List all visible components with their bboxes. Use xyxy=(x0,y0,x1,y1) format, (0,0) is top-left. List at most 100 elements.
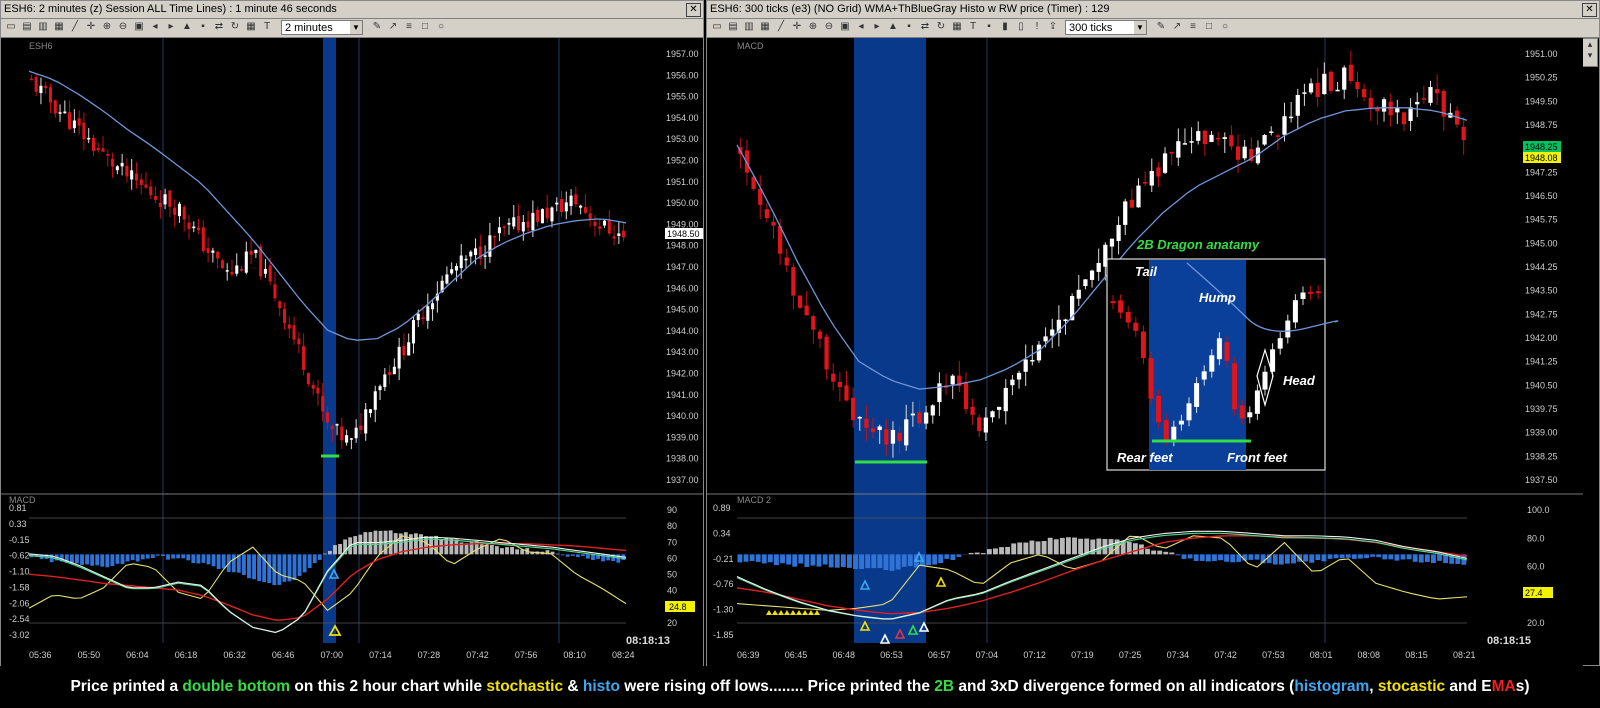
histogram-bar xyxy=(277,554,282,585)
fib-icon[interactable]: ≡ xyxy=(1187,21,1199,33)
histogram-bar xyxy=(767,554,773,563)
scroll-left-icon[interactable]: ◂ xyxy=(149,21,161,33)
candle-body xyxy=(521,221,525,232)
link-icon[interactable]: ⇄ xyxy=(919,21,931,33)
properties-icon[interactable]: ▣ xyxy=(133,21,145,33)
indicator-icon[interactable]: ▤ xyxy=(727,21,739,33)
candle-body xyxy=(1401,112,1407,125)
inset-candle-body xyxy=(1186,403,1192,421)
templates-icon[interactable]: ▦ xyxy=(53,21,65,33)
scroll-right-icon[interactable]: ▸ xyxy=(165,21,177,33)
new-chart-icon[interactable]: ▭ xyxy=(5,21,17,33)
crosshair-icon[interactable]: ✛ xyxy=(791,21,803,33)
data-series-icon[interactable]: ▮ xyxy=(999,21,1011,33)
properties-icon[interactable]: ▣ xyxy=(839,21,851,33)
caption-double-bottom: double bottom xyxy=(182,678,291,695)
link-icon[interactable]: ⇄ xyxy=(213,21,225,33)
candle-body xyxy=(924,412,929,424)
histogram-bar xyxy=(1370,554,1376,557)
histogram-bar xyxy=(328,550,332,555)
refresh-icon[interactable]: ↻ xyxy=(229,21,241,33)
data-box-icon[interactable]: ▪ xyxy=(197,21,209,33)
candle-body xyxy=(1149,170,1154,186)
zoom-out-icon[interactable]: ⊖ xyxy=(823,21,835,33)
close-icon[interactable]: ✕ xyxy=(686,3,701,17)
histogram-bar xyxy=(510,546,514,555)
candle-body xyxy=(1162,153,1168,173)
candle-body xyxy=(68,112,72,130)
histogram-bar xyxy=(810,554,816,566)
candle-body xyxy=(545,207,549,219)
candle-body xyxy=(177,203,181,217)
right-chart-area[interactable]: MACD MACD 2 08:18:15 1951.00 1950.25 1949.… xyxy=(707,38,1583,666)
ellipse-icon[interactable]: ○ xyxy=(435,21,447,33)
arrow-tool-icon[interactable]: ↗ xyxy=(1171,21,1183,33)
candle-body xyxy=(416,313,420,321)
candle-body xyxy=(197,227,201,230)
stoch-tag: 27.4 xyxy=(1525,588,1543,598)
highlight-band xyxy=(854,38,926,643)
scroll-left-icon[interactable]: ◂ xyxy=(855,21,867,33)
grid-icon[interactable]: ▦ xyxy=(245,21,257,33)
candle-body xyxy=(29,78,33,81)
histogram-bar xyxy=(1437,554,1442,561)
price-tick-label: 1942.00 xyxy=(666,369,699,379)
new-chart-icon[interactable]: ▭ xyxy=(711,21,723,33)
caption-text: were rising off lows........ Price print… xyxy=(619,678,935,695)
histogram-bar xyxy=(120,554,125,565)
histogram-bar xyxy=(257,554,262,582)
crosshair-icon[interactable]: ✛ xyxy=(85,21,97,33)
candle-body xyxy=(154,196,158,200)
fib-icon[interactable]: ≡ xyxy=(403,21,415,33)
timeframe-dropdown[interactable]: 300 ticks ▼ xyxy=(1065,20,1147,35)
zoom-out-icon[interactable]: ⊖ xyxy=(117,21,129,33)
text-icon[interactable]: T xyxy=(261,21,273,33)
candle-body xyxy=(579,205,583,208)
vertical-scrollbar[interactable]: ▴ ▾ xyxy=(1582,38,1598,67)
draw-line-icon[interactable]: ╱ xyxy=(775,21,787,33)
draw-tools-icon[interactable]: ✎ xyxy=(371,21,383,33)
chart-trader-icon[interactable]: ▲ xyxy=(181,21,193,33)
histogram-bar xyxy=(1005,546,1011,555)
text-icon[interactable]: T xyxy=(967,21,979,33)
close-icon[interactable]: ✕ xyxy=(1582,3,1597,17)
zoom-in-icon[interactable]: ⊕ xyxy=(101,21,113,33)
macd-tick-label: -1.10 xyxy=(9,567,30,577)
templates-icon[interactable]: ▦ xyxy=(759,21,771,33)
left-chart-area[interactable]: ESH6 MACD 08:18:13 1957.001956.001955.00… xyxy=(1,38,703,666)
bar-type-icon[interactable]: ▥ xyxy=(743,21,755,33)
rectangle-icon[interactable]: □ xyxy=(419,21,431,33)
macd-tick-label: -1.58 xyxy=(9,582,30,592)
timeframe-dropdown[interactable]: 2 minutes ▼ xyxy=(281,20,363,35)
candle-body xyxy=(602,220,607,226)
lock-icon[interactable]: ▪ xyxy=(983,21,995,33)
strategy-icon[interactable]: ▯ xyxy=(1015,21,1027,33)
histogram-bar xyxy=(889,554,895,571)
bar-type-icon[interactable]: ▥ xyxy=(37,21,49,33)
zoom-in-icon[interactable]: ⊕ xyxy=(807,21,819,33)
alert-icon[interactable]: ! xyxy=(1031,21,1043,33)
stoch-tag: 24.8 xyxy=(669,602,687,612)
data-box-icon[interactable]: ▪ xyxy=(903,21,915,33)
grid-icon[interactable]: ▦ xyxy=(951,21,963,33)
histogram-bar xyxy=(591,554,595,561)
indicator-icon[interactable]: ▤ xyxy=(21,21,33,33)
price-tick-label: 1952.00 xyxy=(666,156,699,166)
draw-line-icon[interactable]: ╱ xyxy=(69,21,81,33)
ellipse-icon[interactable]: ○ xyxy=(1219,21,1231,33)
chart-trader-icon[interactable]: ▲ xyxy=(887,21,899,33)
rectangle-icon[interactable]: □ xyxy=(1203,21,1215,33)
scroll-right-icon[interactable]: ▸ xyxy=(871,21,883,33)
draw-tools-icon[interactable]: ✎ xyxy=(1155,21,1167,33)
caption-stochastic: stochastic xyxy=(486,678,564,695)
time-tick-label: 06:46 xyxy=(272,650,295,660)
candle-body xyxy=(206,248,210,253)
refresh-icon[interactable]: ↻ xyxy=(935,21,947,33)
share-icon[interactable]: ⇪ xyxy=(1047,21,1059,33)
macd-tick-label: -3.02 xyxy=(9,630,30,640)
candle-body xyxy=(890,429,896,444)
time-tick-label: 08:15 xyxy=(1405,650,1428,660)
candle-body xyxy=(1182,143,1188,145)
histogram-bar xyxy=(968,552,974,555)
arrow-tool-icon[interactable]: ↗ xyxy=(387,21,399,33)
